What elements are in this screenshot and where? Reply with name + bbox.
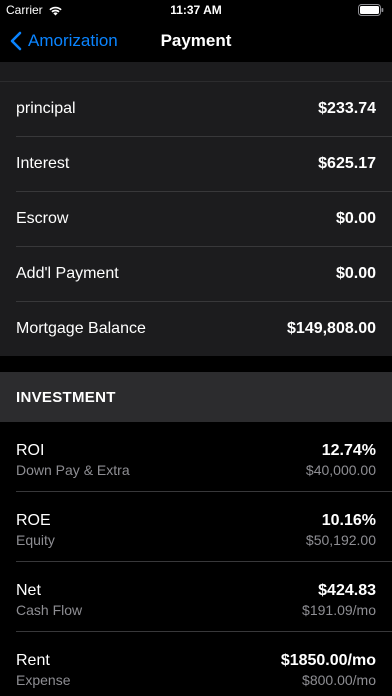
investment-row-net[interactable]: Net Cash Flow $424.83 $191.09/mo [16,562,392,632]
payment-details-list[interactable]: principal $233.74 Interest $625.17 Escro… [0,63,392,696]
payment-group: principal $233.74 Interest $625.17 Escro… [0,82,392,356]
row-value: $625.17 [318,155,376,172]
status-time: 11:37 AM [170,3,222,17]
row-title: Net [16,582,41,599]
investment-row-roi[interactable]: ROI Down Pay & Extra 12.74% $40,000.00 [16,422,392,492]
row-subvalue: $191.09/mo [302,602,376,618]
payment-row-addl-payment[interactable]: Add'l Payment $0.00 [16,247,392,302]
row-label: Add'l Payment [16,265,119,282]
row-subtitle: Expense [16,672,71,688]
investment-row-rent[interactable]: Rent Expense $1850.00/mo $800.00/mo [16,632,392,696]
row-value: $0.00 [335,210,376,227]
row-subvalue: $800.00/mo [302,672,376,688]
row-label: principal [16,100,76,117]
row-value: $149,808.00 [287,320,376,337]
row-title: Rent [16,652,50,669]
row-value: $233.74 [318,100,376,117]
row-value: $0.00 [335,265,376,282]
row-value: 12.74% [321,442,376,459]
row-subtitle: Cash Flow [16,602,83,618]
row-value: $424.83 [318,582,376,599]
row-value: $1850.00/mo [280,652,376,669]
investment-group: ROI Down Pay & Extra 12.74% $40,000.00 R… [0,422,392,696]
row-title: ROI [16,442,45,459]
previous-row-peek [0,63,392,82]
row-label: Interest [16,155,70,172]
payment-row-principal[interactable]: principal $233.74 [16,82,392,137]
payment-row-interest[interactable]: Interest $625.17 [16,137,392,192]
payment-row-mortgage-balance[interactable]: Mortgage Balance $149,808.00 [16,302,392,356]
row-value: 10.16% [321,512,376,529]
row-subtitle: Equity [16,532,55,548]
battery-icon [358,4,384,16]
payment-row-escrow[interactable]: Escrow $0.00 [16,192,392,247]
navigation-bar: Amorization Payment [0,20,392,63]
investment-row-roe[interactable]: ROE Equity 10.16% $50,192.00 [16,492,392,562]
section-header-investment: INVESTMENT [0,372,392,422]
row-subvalue: $40,000.00 [305,462,376,478]
row-label: Mortgage Balance [16,320,146,337]
page-title: Payment [160,31,232,50]
payment-screen: Carrier 11:37 AM Amorization Payment pri… [0,0,392,696]
row-label: Escrow [16,210,69,227]
row-title: ROE [16,512,51,529]
row-subtitle: Down Pay & Extra [16,462,130,478]
row-subvalue: $50,192.00 [305,532,376,548]
status-bar: Carrier 11:37 AM [0,0,392,20]
